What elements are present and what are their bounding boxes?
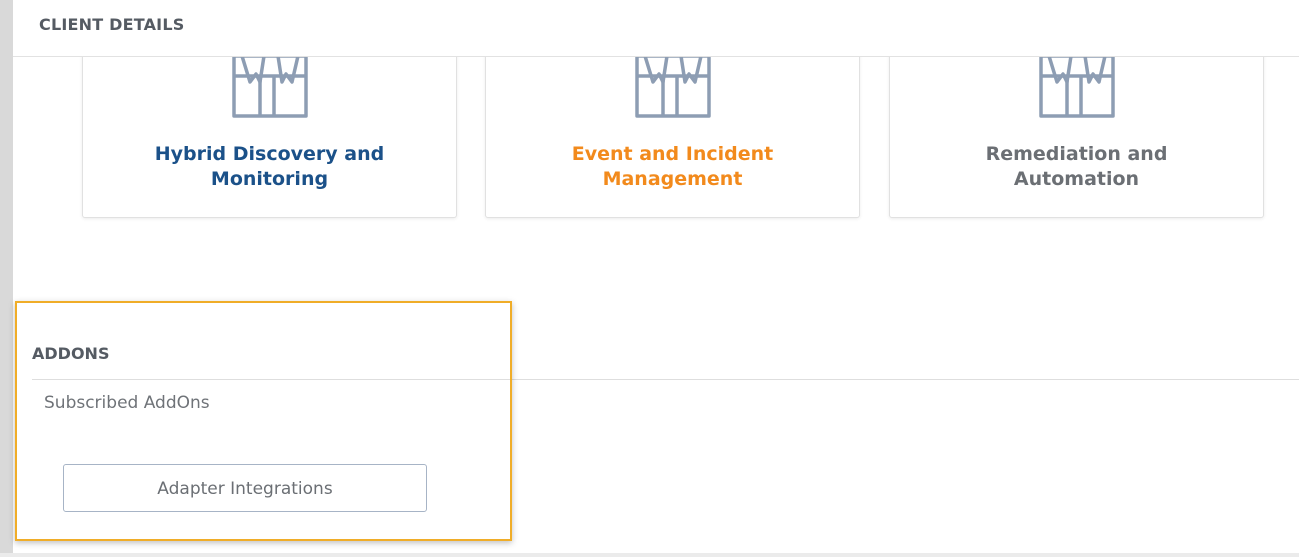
service-card-remediation[interactable]: Remediation and Automation <box>889 57 1264 218</box>
gift-box-icon <box>635 57 711 118</box>
client-details-header: CLIENT DETAILS <box>13 0 1299 57</box>
gift-box-icon <box>232 57 308 118</box>
service-card-title-line2: Management <box>602 168 743 190</box>
client-details-page: CLIENT DETAILS Hybrid Discovery and Moni… <box>0 0 1299 557</box>
left-rail <box>0 0 13 557</box>
service-cards: Hybrid Discovery and Monitoring Event an… <box>13 57 1299 227</box>
bottom-rail <box>0 553 1299 557</box>
service-card-title-line2: Monitoring <box>210 168 329 190</box>
client-details-title: CLIENT DETAILS <box>39 15 185 34</box>
service-card-hybrid-discovery[interactable]: Hybrid Discovery and Monitoring <box>82 57 457 218</box>
service-card-title[interactable]: Hybrid Discovery and Monitoring <box>83 142 456 192</box>
addons-highlight <box>15 301 512 541</box>
gift-box-icon <box>1039 57 1115 118</box>
service-card-title-line1: Event and Incident <box>571 143 774 165</box>
service-card-title-line1: Hybrid Discovery and <box>154 143 385 165</box>
service-card-title-line2: Automation <box>1013 168 1140 190</box>
service-card-title[interactable]: Event and Incident Management <box>486 142 859 192</box>
service-card-title[interactable]: Remediation and Automation <box>890 142 1263 192</box>
service-card-title-line1: Remediation and <box>985 143 1168 165</box>
service-card-event-incident[interactable]: Event and Incident Management <box>485 57 860 218</box>
